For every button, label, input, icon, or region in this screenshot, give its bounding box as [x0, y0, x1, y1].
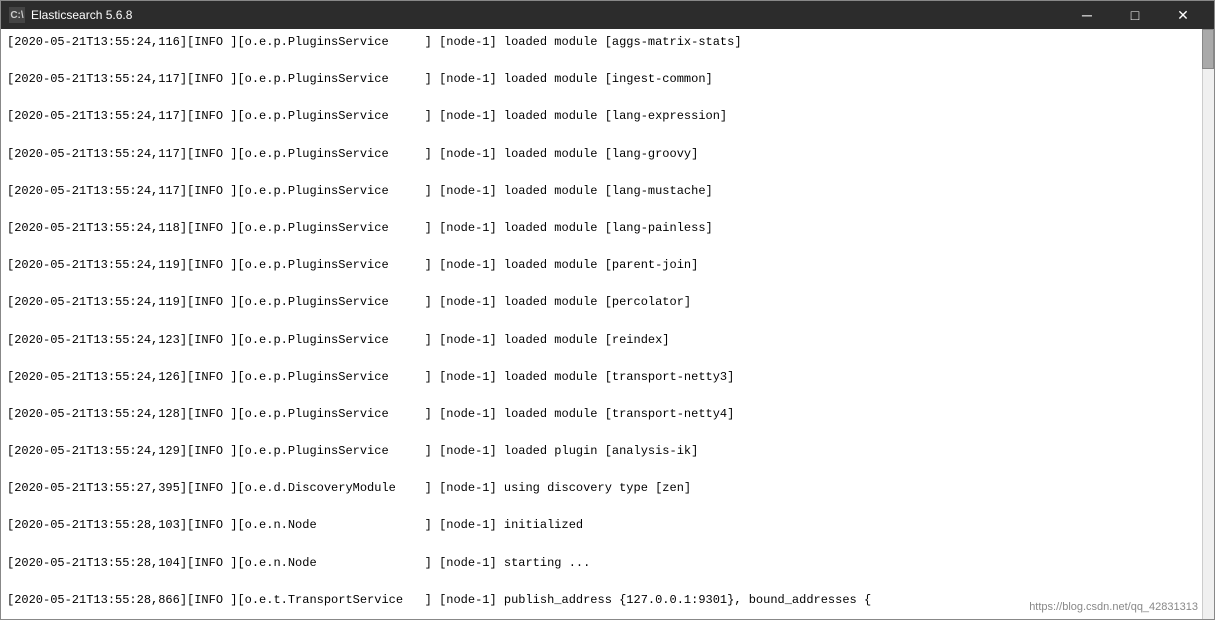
console-area: [2020-05-21T13:55:24,116][INFO ][o.e.p.P…: [1, 29, 1214, 619]
console-output: [2020-05-21T13:55:24,116][INFO ][o.e.p.P…: [1, 29, 1202, 619]
log-line: [2020-05-21T13:55:28,104][INFO ][o.e.n.N…: [7, 554, 1196, 573]
log-line: [2020-05-21T13:55:24,117][INFO ][o.e.p.P…: [7, 145, 1196, 164]
log-line: [2020-05-21T13:55:24,126][INFO ][o.e.p.P…: [7, 368, 1196, 387]
log-line: [2020-05-21T13:55:24,129][INFO ][o.e.p.P…: [7, 442, 1196, 461]
app-icon: C:\: [9, 7, 25, 23]
scrollbar-thumb[interactable]: [1202, 29, 1214, 69]
close-button[interactable]: ✕: [1160, 1, 1206, 29]
log-line: [2020-05-21T13:55:24,117][INFO ][o.e.p.P…: [7, 182, 1196, 201]
minimize-button[interactable]: ─: [1064, 1, 1110, 29]
title-bar: C:\ Elasticsearch 5.6.8 ─ □ ✕: [1, 1, 1214, 29]
window-controls: ─ □ ✕: [1064, 1, 1206, 29]
log-line: [2020-05-21T13:55:24,117][INFO ][o.e.p.P…: [7, 70, 1196, 89]
log-line: [2020-05-21T13:55:24,119][INFO ][o.e.p.P…: [7, 256, 1196, 275]
log-line: [2020-05-21T13:55:24,117][INFO ][o.e.p.P…: [7, 107, 1196, 126]
log-line: [2020-05-21T13:55:24,119][INFO ][o.e.p.P…: [7, 293, 1196, 312]
scrollbar[interactable]: [1202, 29, 1214, 619]
maximize-button[interactable]: □: [1112, 1, 1158, 29]
window-title: Elasticsearch 5.6.8: [31, 8, 1064, 22]
log-line: [2020-05-21T13:55:24,123][INFO ][o.e.p.P…: [7, 331, 1196, 350]
main-window: C:\ Elasticsearch 5.6.8 ─ □ ✕ [2020-05-2…: [0, 0, 1215, 620]
log-line: [2020-05-21T13:55:28,866][INFO ][o.e.t.T…: [7, 591, 1196, 610]
log-line: [2020-05-21T13:55:27,395][INFO ][o.e.d.D…: [7, 479, 1196, 498]
log-line: [2020-05-21T13:55:24,116][INFO ][o.e.p.P…: [7, 33, 1196, 52]
log-line: [2020-05-21T13:55:24,118][INFO ][o.e.p.P…: [7, 219, 1196, 238]
log-line: [2020-05-21T13:55:28,103][INFO ][o.e.n.N…: [7, 516, 1196, 535]
log-line: [2020-05-21T13:55:24,128][INFO ][o.e.p.P…: [7, 405, 1196, 424]
